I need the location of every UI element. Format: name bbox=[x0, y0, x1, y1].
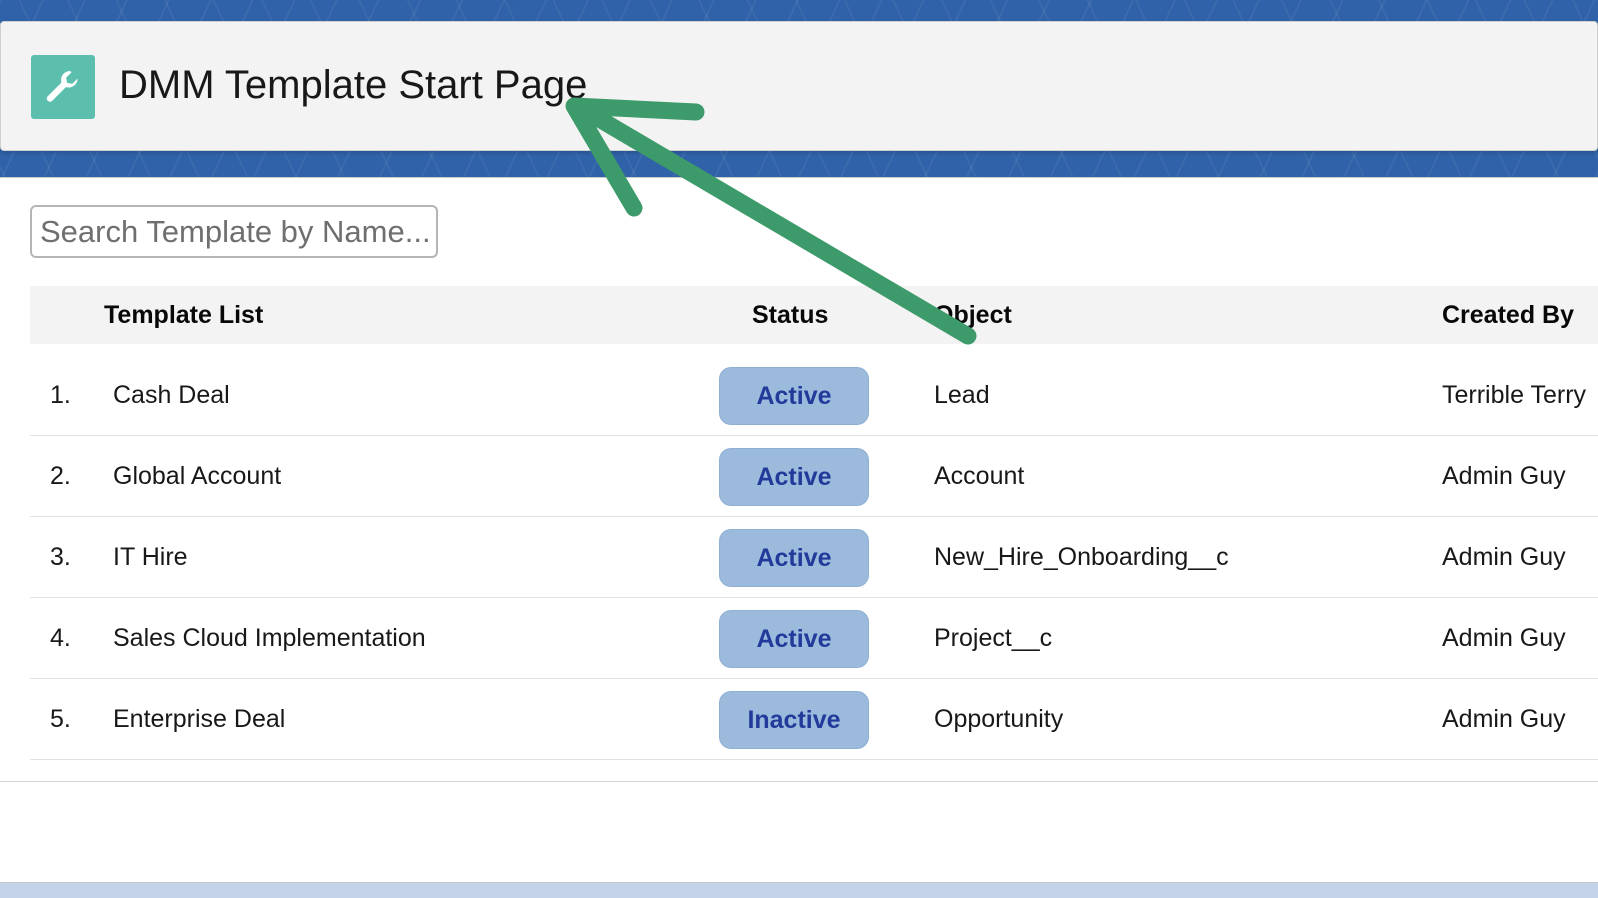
row-index: 3. bbox=[50, 543, 71, 571]
object-name: New_Hire_Onboarding__c bbox=[934, 543, 1229, 571]
status-badge: Inactive bbox=[719, 691, 869, 749]
column-header-status[interactable]: Status bbox=[752, 286, 828, 344]
column-header-created-by[interactable]: Created By bbox=[1442, 286, 1574, 344]
wrench-icon bbox=[31, 55, 95, 119]
footer-band bbox=[0, 883, 1598, 898]
table-row[interactable]: 3. IT Hire Active New_Hire_Onboarding__c… bbox=[30, 517, 1598, 598]
template-name-link[interactable]: Enterprise Deal bbox=[113, 679, 285, 759]
created-by: Admin Guy bbox=[1442, 462, 1566, 490]
row-index: 2. bbox=[50, 462, 71, 490]
created-by: Admin Guy bbox=[1442, 624, 1566, 652]
object-name: Opportunity bbox=[934, 705, 1064, 733]
status-badge: Active bbox=[719, 529, 869, 587]
status-badge: Active bbox=[719, 367, 869, 425]
table-header: Template List Status Object Created By bbox=[30, 286, 1598, 344]
card-divider bbox=[0, 781, 1598, 782]
object-name: Project__c bbox=[934, 624, 1053, 652]
status-badge: Active bbox=[719, 610, 869, 668]
template-name-link[interactable]: Sales Cloud Implementation bbox=[113, 598, 426, 678]
table-row[interactable]: 2. Global Account Active Account Admin G… bbox=[30, 436, 1598, 517]
template-name-link[interactable]: Global Account bbox=[113, 436, 281, 516]
template-name-link[interactable]: Cash Deal bbox=[113, 355, 230, 435]
page-title: DMM Template Start Page bbox=[119, 63, 588, 107]
table-row[interactable]: 4. Sales Cloud Implementation Active Pro… bbox=[30, 598, 1598, 679]
template-name-link[interactable]: IT Hire bbox=[113, 517, 188, 597]
table-row[interactable]: 1. Cash Deal Active Lead Terrible Terry bbox=[30, 355, 1598, 436]
column-header-template-list[interactable]: Template List bbox=[104, 286, 263, 344]
object-name: Lead bbox=[934, 381, 990, 409]
page-header: DMM Template Start Page bbox=[0, 21, 1598, 151]
created-by: Admin Guy bbox=[1442, 543, 1566, 571]
object-name: Account bbox=[934, 462, 1025, 490]
template-list-card: Template List Status Object Created By 1… bbox=[0, 177, 1598, 883]
row-index: 4. bbox=[50, 624, 71, 652]
table-row[interactable]: 5. Enterprise Deal Inactive Opportunity … bbox=[30, 679, 1598, 760]
created-by: Admin Guy bbox=[1442, 705, 1566, 733]
search-input[interactable] bbox=[30, 205, 438, 258]
created-by: Terrible Terry bbox=[1442, 381, 1587, 409]
row-index: 1. bbox=[50, 381, 71, 409]
status-badge: Active bbox=[719, 448, 869, 506]
row-index: 5. bbox=[50, 705, 71, 733]
column-header-object[interactable]: Object bbox=[934, 286, 1012, 344]
